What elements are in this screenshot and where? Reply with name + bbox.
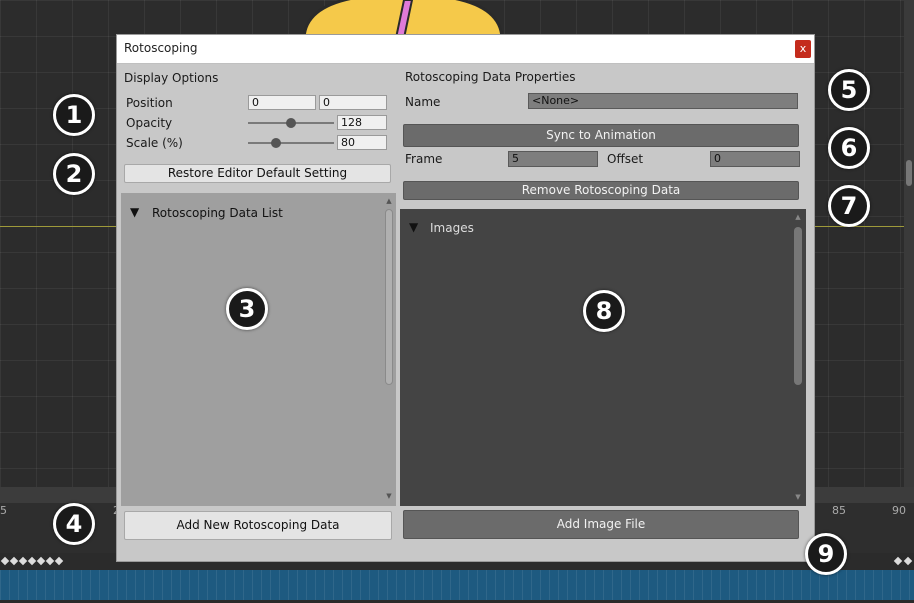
callout-badge: 3 [226,288,268,330]
rotoscoping-data-list[interactable]: ▼ Rotoscoping Data List ▲ ▼ [121,193,396,506]
name-field[interactable]: <None> [528,93,798,109]
scroll-down-icon[interactable]: ▼ [793,493,803,501]
canvas-scroll-thumb[interactable] [906,160,912,186]
keyframe-marker[interactable] [45,556,55,566]
opacity-slider-knob[interactable] [286,118,296,128]
data-list-scrollbar[interactable]: ▲ ▼ [384,197,394,502]
opacity-field[interactable]: 128 [337,115,387,130]
tick-label: 5 [0,504,7,517]
images-scrollbar[interactable]: ▲ ▼ [793,213,803,502]
close-button[interactable]: x [795,40,811,58]
triangle-down-icon[interactable]: ▼ [130,205,139,219]
animation-track[interactable] [0,570,914,600]
tick-label: 85 [832,504,846,517]
images-panel[interactable]: ▼ Images ▲ ▼ [400,209,806,506]
scroll-up-icon[interactable]: ▲ [793,213,803,221]
sync-to-animation-button[interactable]: Sync to Animation [403,124,799,147]
keyframe-marker[interactable] [0,556,10,566]
scroll-up-icon[interactable]: ▲ [384,197,394,205]
triangle-down-icon[interactable]: ▼ [409,220,418,234]
properties-header: Rotoscoping Data Properties [405,70,576,84]
opacity-label: Opacity [126,116,173,130]
add-rotoscoping-data-button[interactable]: Add New Rotoscoping Data [124,511,392,540]
callout-badge: 2 [53,153,95,195]
scale-slider-knob[interactable] [270,138,281,148]
close-icon: x [799,42,807,55]
callout-badge: 8 [583,290,625,332]
frame-label: Frame [405,152,443,166]
scroll-down-icon[interactable]: ▼ [384,492,394,500]
name-label: Name [405,95,441,109]
callout-badge: 4 [53,503,95,545]
offset-field[interactable]: 0 [710,151,800,167]
keyframe-marker[interactable] [27,556,37,566]
restore-default-button[interactable]: Restore Editor Default Setting [124,164,391,183]
scale-label: Scale (%) [126,136,183,150]
callout-badge: 7 [828,185,870,227]
position-y-field[interactable]: 0 [319,95,387,110]
add-image-file-button[interactable]: Add Image File [403,510,799,539]
keyframe-marker[interactable] [893,556,903,566]
images-header[interactable]: Images [430,221,474,235]
scale-field[interactable]: 80 [337,135,387,150]
keyframe-marker[interactable] [903,556,913,566]
window-titlebar[interactable]: Rotoscoping x [117,35,814,64]
display-options-header: Display Options [124,71,219,85]
keyframe-marker[interactable] [18,556,28,566]
data-list-header[interactable]: Rotoscoping Data List [152,206,283,220]
rotoscoping-window: Rotoscoping x Display Options Position 0… [116,34,815,562]
offset-label: Offset [607,152,644,166]
callout-badge: 1 [53,94,95,136]
keyframe-marker[interactable] [54,556,64,566]
callout-badge: 5 [828,69,870,111]
keyframe-marker[interactable] [36,556,46,566]
position-label: Position [126,96,173,110]
data-list-scroll-thumb[interactable] [385,209,393,385]
keyframe-marker[interactable] [9,556,19,566]
callout-badge: 6 [828,127,870,169]
callout-badge: 9 [805,533,847,575]
images-scroll-thumb[interactable] [794,227,802,385]
canvas-scrollbar[interactable] [904,0,914,487]
character-sprite [302,0,504,38]
frame-field[interactable]: 5 [508,151,598,167]
tick-label: 90 [892,504,906,517]
remove-rotoscoping-data-button[interactable]: Remove Rotoscoping Data [403,181,799,200]
window-title: Rotoscoping [124,41,198,55]
position-x-field[interactable]: 0 [248,95,316,110]
scale-slider[interactable] [248,142,334,144]
